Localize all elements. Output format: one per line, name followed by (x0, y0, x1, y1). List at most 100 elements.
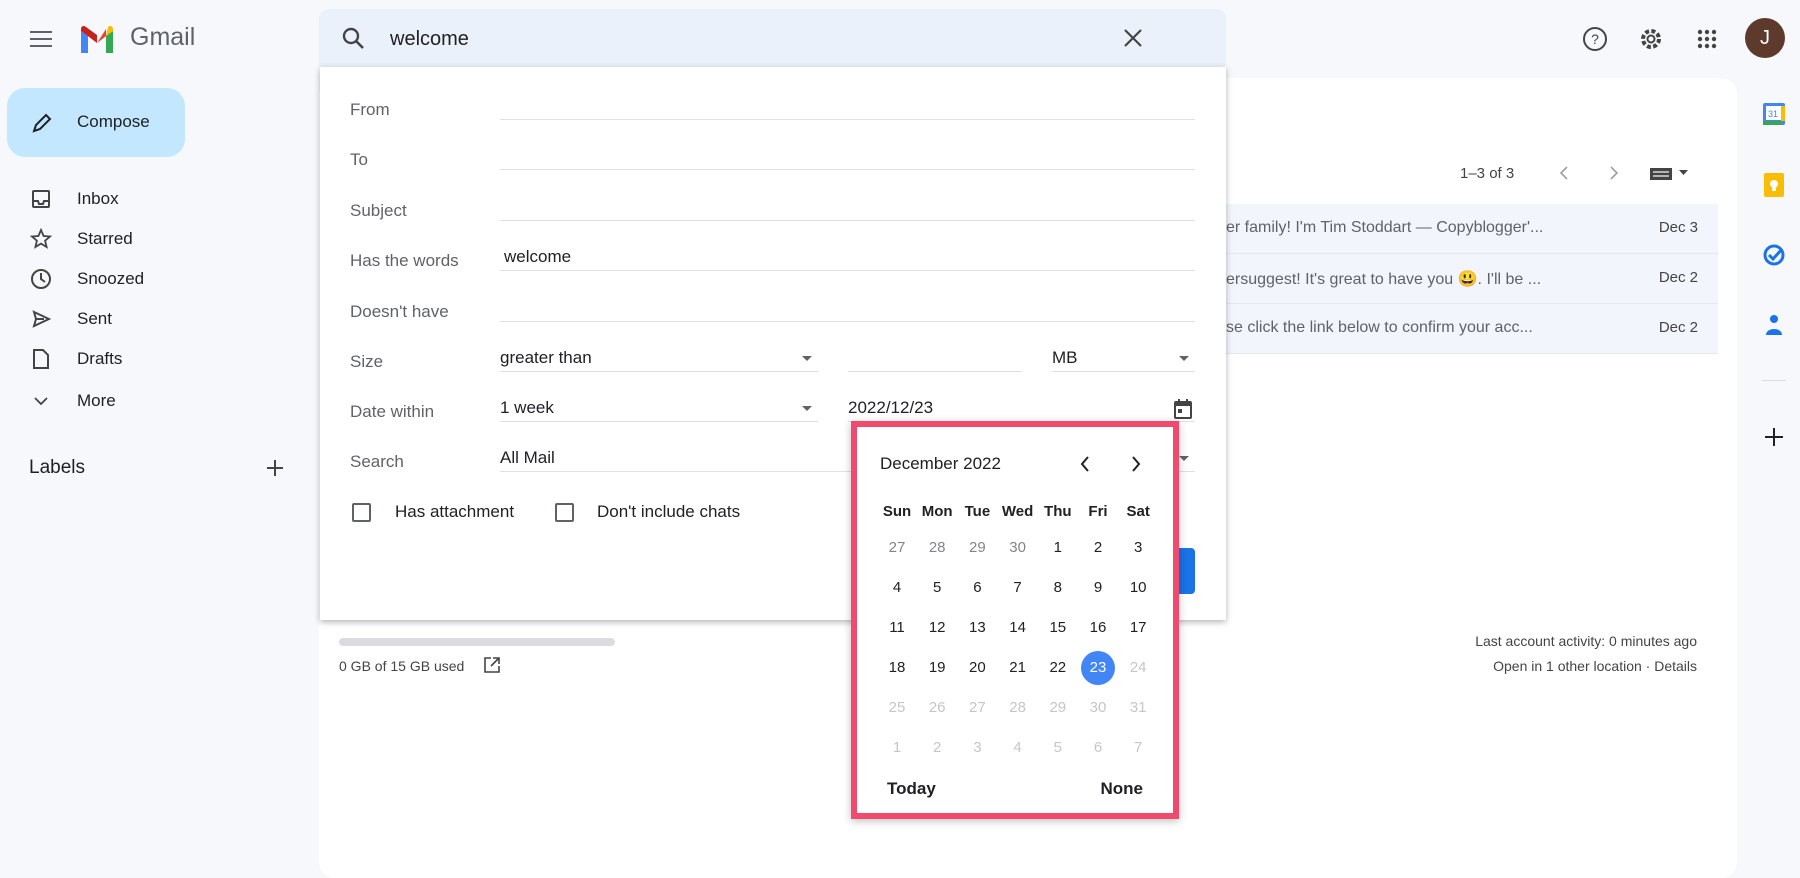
get-addons-plus-icon[interactable] (1762, 425, 1786, 449)
calendar-day[interactable]: 28 (920, 531, 954, 565)
calendar-day[interactable]: 12 (920, 611, 954, 645)
dont-include-chats-checkbox[interactable] (555, 503, 574, 522)
calendar-day[interactable]: 1 (1041, 531, 1075, 565)
email-row[interactable]: er family! I'm Tim Stoddart — Copyblogge… (1226, 204, 1718, 254)
apps-grid-icon[interactable] (1692, 24, 1722, 54)
doesnt-have-input[interactable] (500, 298, 1195, 322)
inbox-icon (28, 186, 54, 212)
date-range-select[interactable]: 1 week (500, 398, 818, 422)
tasks-app-icon[interactable] (1762, 243, 1786, 267)
calendar-day[interactable]: 5 (1041, 731, 1075, 765)
sidebar-item-snoozed[interactable]: Snoozed (0, 261, 260, 297)
next-month-icon[interactable] (1124, 452, 1148, 476)
calendar-day[interactable]: 16 (1081, 611, 1115, 645)
calendar-day[interactable]: 30 (1081, 691, 1115, 725)
compose-button[interactable]: Compose (7, 88, 185, 157)
calendar-day[interactable]: 2 (1081, 531, 1115, 565)
chevron-down-icon (28, 388, 54, 414)
gmail-wordmark: Gmail (130, 23, 196, 51)
calendar-day[interactable]: 31 (1121, 691, 1155, 725)
clear-search-icon[interactable] (1119, 24, 1147, 52)
calendar-day[interactable]: 13 (960, 611, 994, 645)
calendar-day[interactable]: 26 (920, 691, 954, 725)
calendar-day[interactable]: 6 (1081, 731, 1115, 765)
date-input[interactable]: 2022/12/23 (848, 398, 1195, 422)
size-value-input[interactable] (848, 348, 1022, 372)
calendar-day[interactable]: 24 (1121, 651, 1155, 685)
calendar-day[interactable]: 2 (920, 731, 954, 765)
subject-input[interactable] (500, 197, 1195, 221)
calendar-day[interactable]: 18 (880, 651, 914, 685)
calendar-day[interactable]: 6 (960, 571, 994, 605)
help-icon[interactable]: ? (1580, 24, 1610, 54)
calendar-day[interactable]: 9 (1081, 571, 1115, 605)
has-words-input[interactable]: welcome (500, 247, 1195, 271)
add-label-icon[interactable] (262, 455, 288, 481)
size-unit-select[interactable]: MB (1052, 348, 1195, 372)
calendar-day[interactable]: 20 (960, 651, 994, 685)
last-activity: Last account activity: 0 minutes ago (1475, 633, 1697, 649)
chevron-right-icon[interactable] (1604, 162, 1624, 184)
calendar-day[interactable]: 25 (880, 691, 914, 725)
gmail-logo-icon (78, 24, 116, 54)
calendar-day[interactable]: 15 (1041, 611, 1075, 645)
calendar-picker-icon[interactable] (1172, 397, 1194, 421)
search-input[interactable]: welcome (390, 28, 469, 51)
keep-app-icon[interactable] (1762, 173, 1786, 197)
subject-label: Subject (350, 201, 407, 220)
date-within-label: Date within (350, 402, 435, 421)
calendar-day[interactable]: 4 (880, 571, 914, 605)
from-label: From (350, 100, 390, 119)
star-icon (28, 226, 54, 252)
external-link-icon[interactable] (482, 655, 502, 675)
calendar-day[interactable]: 21 (1001, 651, 1035, 685)
calendar-day[interactable]: 29 (960, 531, 994, 565)
avatar[interactable]: J (1745, 18, 1785, 58)
from-input[interactable] (500, 96, 1195, 120)
chevron-left-icon[interactable] (1554, 162, 1574, 184)
none-button[interactable]: None (1101, 779, 1144, 799)
size-operator-select[interactable]: greater than (500, 348, 818, 372)
main-menu-icon[interactable] (26, 24, 56, 54)
calendar-app-icon[interactable]: 31 (1762, 102, 1786, 126)
calendar-day[interactable]: 14 (1001, 611, 1035, 645)
search-icon[interactable] (339, 24, 367, 52)
sidebar-item-starred[interactable]: Starred (0, 221, 260, 257)
previous-month-icon[interactable] (1073, 452, 1097, 476)
contacts-app-icon[interactable] (1762, 313, 1786, 337)
search-bar[interactable]: welcome (319, 9, 1226, 67)
to-input[interactable] (500, 146, 1195, 170)
sidebar-item-more[interactable]: More (0, 383, 260, 419)
calendar-day[interactable]: 3 (960, 731, 994, 765)
calendar-day[interactable]: 7 (1121, 731, 1155, 765)
calendar-day[interactable]: 30 (1001, 531, 1035, 565)
calendar-day[interactable]: 29 (1041, 691, 1075, 725)
calendar-day[interactable]: 23 (1081, 651, 1115, 685)
sidebar-item-drafts[interactable]: Drafts (0, 341, 260, 377)
search-scope-label: Search (350, 452, 404, 471)
today-button[interactable]: Today (887, 779, 936, 799)
calendar-day[interactable]: 27 (880, 531, 914, 565)
calendar-day[interactable]: 5 (920, 571, 954, 605)
settings-gear-icon[interactable] (1636, 24, 1666, 54)
calendar-day[interactable]: 27 (960, 691, 994, 725)
calendar-day[interactable]: 7 (1001, 571, 1035, 605)
calendar-day[interactable]: 8 (1041, 571, 1075, 605)
sidebar-item-sent[interactable]: Sent (0, 301, 260, 337)
has-attachment-checkbox[interactable] (352, 503, 371, 522)
calendar-day[interactable]: 17 (1121, 611, 1155, 645)
calendar-day[interactable]: 4 (1001, 731, 1035, 765)
calendar-day[interactable]: 1 (880, 731, 914, 765)
email-row[interactable]: se click the link below to confirm your … (1226, 304, 1718, 354)
calendar-day[interactable]: 28 (1001, 691, 1035, 725)
calendar-day[interactable]: 19 (920, 651, 954, 685)
other-location-details[interactable]: Open in 1 other location · Details (1493, 658, 1697, 674)
sidebar-item-inbox[interactable]: Inbox (0, 181, 260, 217)
side-panel-divider (1762, 380, 1786, 381)
calendar-day[interactable]: 11 (880, 611, 914, 645)
calendar-day[interactable]: 3 (1121, 531, 1155, 565)
calendar-day[interactable]: 10 (1121, 571, 1155, 605)
calendar-day[interactable]: 22 (1041, 651, 1075, 685)
keyboard-input-icon[interactable] (1648, 162, 1692, 184)
email-row[interactable]: ersuggest! It's great to have you 😃. I'l… (1226, 254, 1718, 304)
